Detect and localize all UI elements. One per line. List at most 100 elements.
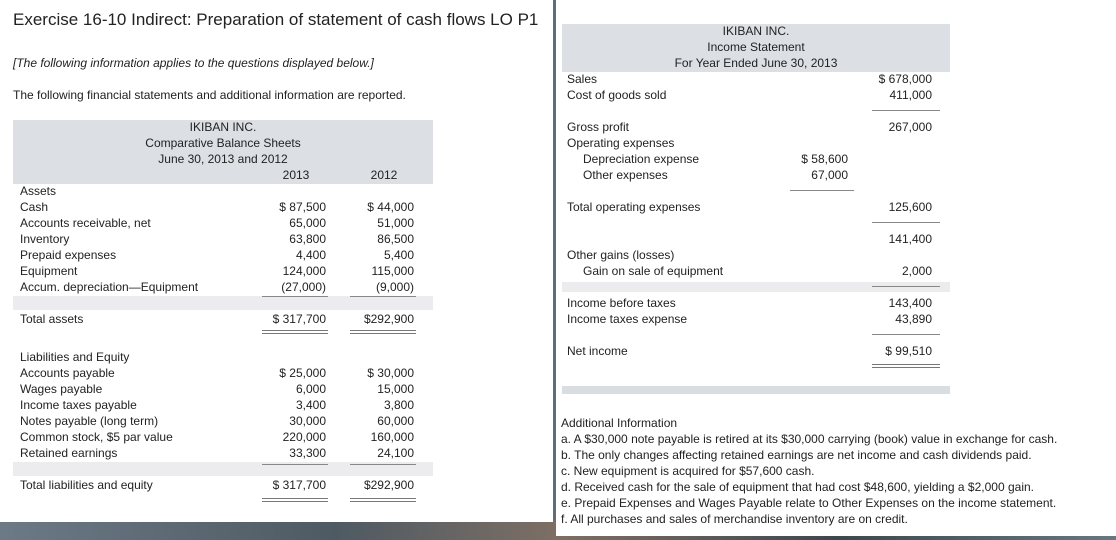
total-opex-label: Total operating expenses (567, 200, 701, 214)
additional-heading: Additional Information (561, 416, 678, 430)
asset-label: Prepaid expenses (20, 248, 117, 262)
liab-2013: 220,000 (282, 430, 326, 444)
asset-label: Equipment (20, 264, 78, 278)
divider-band (13, 296, 433, 310)
asset-2012: 86,500 (377, 232, 414, 246)
asset-label: Accounts receivable, net (20, 216, 151, 230)
exercise-note: [The following information applies to th… (13, 56, 374, 70)
liab-heading: Liabilities and Equity (20, 350, 130, 364)
liab-2012: 24,100 (377, 446, 414, 460)
left-panel: Exercise 16-10 Indirect: Preparation of … (0, 0, 553, 522)
asset-2012: (9,000) (375, 280, 414, 294)
liab-2013: 30,000 (289, 414, 326, 428)
double-underline (872, 364, 940, 368)
double-underline-2012 (350, 330, 416, 334)
total-opex-value: 125,600 (888, 200, 932, 214)
total-liab-label: Total liabilities and equity (20, 478, 153, 492)
is-period: For Year Ended June 30, 2013 (674, 56, 838, 70)
underline (790, 190, 854, 191)
underline-2013 (262, 296, 328, 297)
gross-label: Gross profit (567, 120, 630, 134)
additional-item: d. Received cash for the sale of equipme… (561, 480, 1034, 494)
double-underline-2012 (350, 498, 416, 502)
bs-company: IKIBAN INC. (189, 120, 257, 134)
underline (872, 334, 940, 335)
sales-value: $ 678,000 (878, 72, 932, 86)
tax-value: 43,890 (895, 312, 932, 326)
opex-label: Operating expenses (567, 136, 675, 150)
total-assets-2013: $ 317,700 (272, 312, 326, 326)
other-exp-value: 67,000 (811, 168, 848, 182)
liab-label: Common stock, $5 par value (20, 430, 173, 444)
gain-value: 2,000 (901, 264, 932, 278)
additional-item: b. The only changes affecting retained e… (561, 448, 1032, 462)
asset-label: Accum. depreciation—Equipment (20, 280, 199, 294)
net-label: Net income (567, 344, 628, 358)
assets-heading: Assets (20, 184, 57, 198)
additional-item: f. All purchases and sales of merchandis… (561, 512, 908, 526)
cogs-value: 411,000 (889, 88, 933, 102)
is-title: Income Statement (707, 40, 805, 54)
ibt-label: Income before taxes (567, 296, 676, 310)
asset-label: Inventory (20, 232, 70, 246)
additional-item: a. A $30,000 note payable is retired at … (561, 432, 1058, 446)
liab-2013: 33,300 (289, 446, 326, 460)
asset-2013: 63,800 (289, 232, 326, 246)
liab-2013: 3,400 (295, 398, 326, 412)
liab-2012: $ 30,000 (367, 366, 414, 380)
liab-2012: 3,800 (383, 398, 414, 412)
liab-2012: 15,000 (377, 382, 414, 396)
net-value: $ 99,510 (885, 344, 932, 358)
liab-2013: $ 25,000 (279, 366, 326, 380)
underline-2013 (262, 464, 328, 465)
is-company: IKIBAN INC. (722, 24, 790, 38)
asset-2012: $ 44,000 (367, 200, 414, 214)
underline-2012 (350, 296, 416, 297)
asset-2012: 5,400 (383, 248, 414, 262)
underline (872, 222, 940, 223)
double-underline-2013 (262, 498, 328, 502)
total-liab-2012: $292,900 (363, 478, 414, 492)
asset-2012: 51,000 (377, 216, 414, 230)
ibt-value: 143,400 (888, 296, 932, 310)
liab-label: Retained earnings (20, 446, 118, 460)
liab-label: Accounts payable (20, 366, 115, 380)
exercise-title: Exercise 16-10 Indirect: Preparation of … (13, 10, 539, 29)
sales-label: Sales (567, 72, 598, 86)
liab-label: Income taxes payable (20, 398, 137, 412)
total-assets-label: Total assets (20, 312, 84, 326)
exercise-intro: The following financial statements and a… (13, 88, 406, 102)
tax-label: Income taxes expense (567, 312, 688, 326)
subtotal-value: 141,400 (888, 232, 932, 246)
double-underline-2013 (262, 330, 328, 334)
underline (872, 110, 940, 111)
liab-label: Notes payable (long term) (20, 414, 159, 428)
asset-2012: 115,000 (371, 264, 415, 278)
bs-title: Comparative Balance Sheets (145, 136, 301, 150)
total-assets-2012: $292,900 (363, 312, 414, 326)
liab-2013: 6,000 (295, 382, 326, 396)
underline-2012 (350, 464, 416, 465)
liab-label: Wages payable (20, 382, 103, 396)
gain-label: Gain on sale of equipment (583, 264, 724, 278)
underline (872, 286, 940, 287)
cogs-label: Cost of goods sold (567, 88, 667, 102)
dep-value: $ 58,600 (801, 152, 848, 166)
asset-2013: 65,000 (289, 216, 326, 230)
total-liab-2013: $ 317,700 (272, 478, 326, 492)
asset-2013: $ 87,500 (279, 200, 326, 214)
asset-2013: (27,000) (281, 280, 326, 294)
dep-label: Depreciation expense (583, 152, 700, 166)
additional-item: e. Prepaid Expenses and Wages Payable re… (561, 496, 1057, 510)
other-exp-label: Other expenses (583, 168, 668, 182)
asset-2013: 124,000 (282, 264, 326, 278)
bs-col-2012: 2012 (370, 168, 398, 182)
divider-band (562, 282, 950, 292)
asset-2013: 4,400 (295, 248, 326, 262)
liab-2012: 160,000 (370, 430, 414, 444)
bs-dates: June 30, 2013 and 2012 (158, 152, 288, 166)
bs-col-2013: 2013 (282, 168, 310, 182)
asset-label: Cash (20, 200, 49, 214)
other-gains-label: Other gains (losses) (567, 248, 675, 262)
liab-2012: 60,000 (377, 414, 414, 428)
